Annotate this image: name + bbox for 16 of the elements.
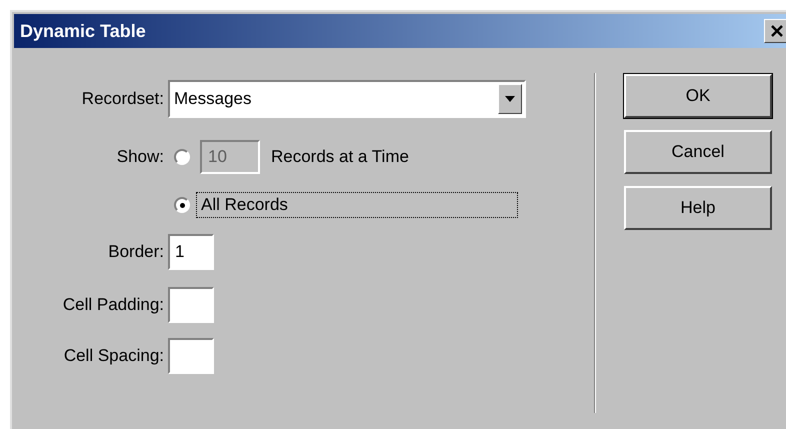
input-field[interactable]: 1 [168, 234, 214, 270]
input-field[interactable] [168, 338, 214, 374]
field-label: Cell Padding: [62, 295, 165, 315]
field-label: Border: [107, 242, 165, 262]
close-icon[interactable] [764, 19, 786, 43]
field-label: Cell Spacing: [62, 346, 165, 366]
ok-button[interactable]: OK [624, 74, 772, 118]
field-label: Show: [116, 147, 165, 167]
help-button[interactable]: Help [624, 186, 772, 230]
cancel-button[interactable]: Cancel [624, 130, 772, 174]
recordset-dropdown[interactable]: Messages [168, 80, 526, 118]
option-label[interactable]: All Records [196, 192, 518, 218]
radio-button[interactable] [174, 197, 190, 213]
field-label: Recordset: [80, 89, 165, 109]
window-title: Dynamic Table [20, 20, 146, 42]
input-field[interactable] [168, 287, 214, 323]
